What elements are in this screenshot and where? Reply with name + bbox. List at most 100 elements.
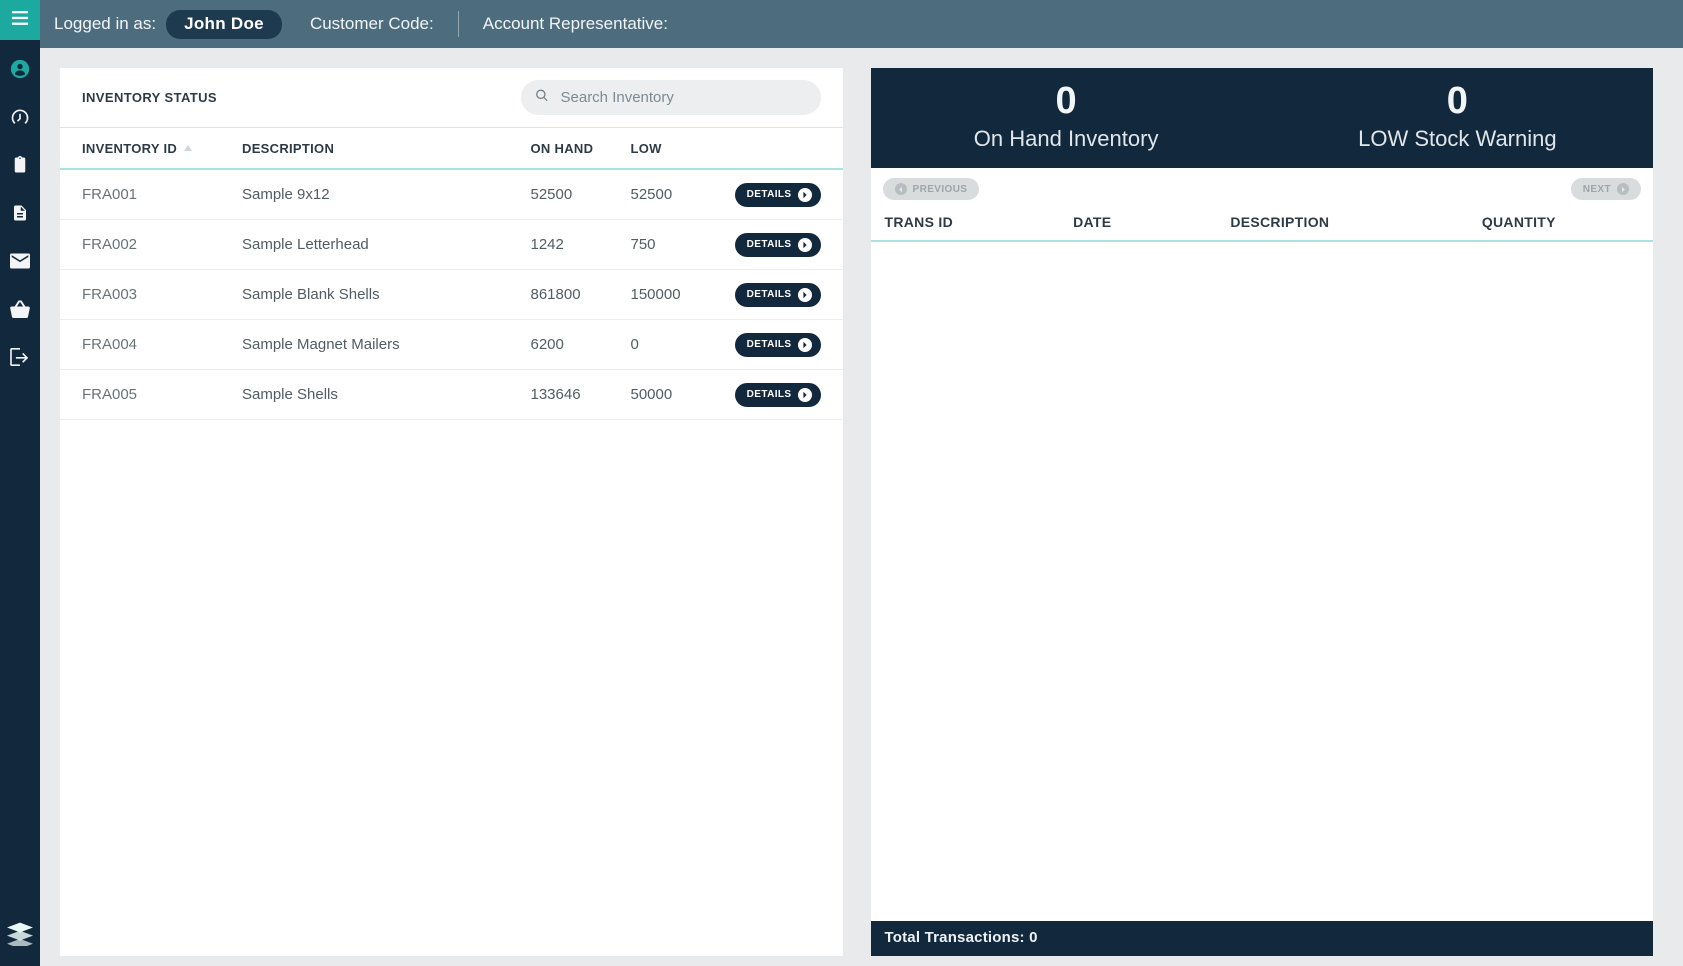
stat-low: 0 LOW Stock Warning [1262,82,1653,152]
col-inventory-id-label: INVENTORY ID [82,141,177,156]
cell-description: Sample 9x12 [242,186,531,203]
sidebar-item-clipboard[interactable] [9,156,31,178]
customer-code-label: Customer Code: [310,14,434,34]
logged-in-label: Logged in as: [54,14,156,34]
cell-onhand: 1242 [531,236,631,253]
cell-low: 52500 [631,186,731,203]
brand-logo[interactable] [6,922,34,950]
sort-asc-icon [183,141,193,156]
pager: PREVIOUS NEXT [871,168,1654,202]
cell-inventory-id: FRA005 [82,386,242,403]
stat-low-label: LOW Stock Warning [1262,126,1653,152]
cell-inventory-id: FRA004 [82,336,242,353]
cell-low: 0 [631,336,731,353]
search-icon [535,88,549,107]
topbar-divider [458,11,459,37]
inventory-row: FRA004Sample Magnet Mailers62000 DETAILS [60,320,843,370]
chevron-right-icon [798,238,812,252]
col-trans-id[interactable]: TRANS ID [885,214,1074,230]
chevron-left-icon [895,183,907,195]
sidebar-item-basket[interactable] [9,300,31,322]
user-icon [10,59,30,84]
col-low[interactable]: LOW [631,141,731,156]
details-label: DETAILS [747,189,792,200]
stat-onhand: 0 On Hand Inventory [871,82,1262,152]
cell-low: 150000 [631,286,731,303]
tx-footer-label: Total Transactions: [885,929,1030,946]
col-quantity[interactable]: QUANTITY [1482,214,1639,230]
next-button[interactable]: NEXT [1571,178,1641,200]
chevron-right-icon [1617,183,1629,195]
cell-onhand: 133646 [531,386,631,403]
sidebar-item-document[interactable] [9,204,31,226]
details-button[interactable]: DETAILS [735,283,821,307]
cell-inventory-id: FRA001 [82,186,242,203]
tx-total: 0 [1029,929,1038,946]
hamburger-icon [12,11,28,30]
account-rep-label: Account Representative: [483,14,668,34]
stat-low-value: 0 [1262,82,1653,120]
clipboard-icon [11,155,29,180]
sidebar-item-user[interactable] [9,60,31,82]
transactions-header: TRANS ID DATE DESCRIPTION QUANTITY [871,202,1654,242]
stat-onhand-value: 0 [871,82,1262,120]
inventory-header: INVENTORY STATUS [60,68,843,128]
col-tx-description[interactable]: DESCRIPTION [1230,214,1482,230]
details-label: DETAILS [747,239,792,250]
transactions-body [871,242,1654,921]
chevron-right-icon [798,188,812,202]
cell-onhand: 861800 [531,286,631,303]
mail-icon [10,253,30,274]
previous-button[interactable]: PREVIOUS [883,178,980,200]
col-date[interactable]: DATE [1073,214,1230,230]
previous-label: PREVIOUS [913,184,968,195]
sidebar-item-logout[interactable] [9,348,31,370]
details-button[interactable]: DETAILS [735,183,821,207]
sidebar [0,0,40,966]
inventory-row: FRA003Sample Blank Shells861800150000 DET… [60,270,843,320]
cell-inventory-id: FRA002 [82,236,242,253]
inventory-table-header: INVENTORY ID DESCRIPTION ON HAND LOW [60,128,843,170]
col-onhand[interactable]: ON HAND [531,141,631,156]
stat-onhand-label: On Hand Inventory [871,126,1262,152]
chevron-right-icon [798,338,812,352]
inventory-panel: INVENTORY STATUS INVENTORY ID DESCRIPTIO… [60,68,843,956]
transactions-footer: Total Transactions: 0 [871,921,1654,956]
inventory-row: FRA002Sample Letterhead1242750 DETAILS [60,220,843,270]
topbar: Logged in as: John Doe Customer Code: Ac… [40,0,1683,48]
details-button[interactable]: DETAILS [735,233,821,257]
stats-header: 0 On Hand Inventory 0 LOW Stock Warning [871,68,1654,168]
inventory-row: FRA001Sample 9x125250052500DETAILS [60,170,843,220]
cell-description: Sample Letterhead [242,236,531,253]
inventory-row: FRA005Sample Shells13364650000 DETAILS [60,370,843,420]
sidebar-item-mail[interactable] [9,252,31,274]
details-button[interactable]: DETAILS [735,383,821,407]
brand-icon [7,922,33,951]
sidebar-toggle[interactable] [0,0,40,40]
col-description[interactable]: DESCRIPTION [242,141,531,156]
cell-onhand: 6200 [531,336,631,353]
inventory-title: INVENTORY STATUS [82,90,217,105]
details-label: DETAILS [747,289,792,300]
details-label: DETAILS [747,389,792,400]
cell-description: Sample Blank Shells [242,286,531,303]
col-inventory-id[interactable]: INVENTORY ID [82,141,242,156]
sidebar-item-dashboard[interactable] [9,108,31,130]
cell-low: 750 [631,236,731,253]
cell-description: Sample Shells [242,386,531,403]
page: INVENTORY STATUS INVENTORY ID DESCRIPTIO… [60,68,1653,956]
user-badge: John Doe [166,10,282,39]
cell-onhand: 52500 [531,186,631,203]
next-label: NEXT [1583,184,1611,195]
cell-inventory-id: FRA003 [82,286,242,303]
basket-icon [10,300,30,323]
chevron-right-icon [798,288,812,302]
transactions-panel: 0 On Hand Inventory 0 LOW Stock Warning … [871,68,1654,956]
gauge-icon [10,107,30,132]
inventory-rows: FRA001Sample 9x125250052500DETAILSFRA002… [60,170,843,420]
cell-low: 50000 [631,386,731,403]
details-label: DETAILS [747,339,792,350]
cell-description: Sample Magnet Mailers [242,336,531,353]
details-button[interactable]: DETAILS [735,333,821,357]
search-input[interactable] [521,80,821,115]
